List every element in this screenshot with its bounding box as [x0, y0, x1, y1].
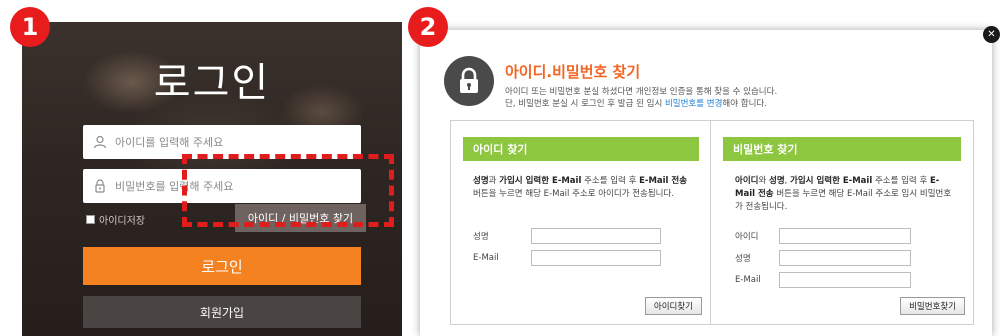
find-pw-desc-t1: 와: [758, 176, 769, 186]
find-password-button[interactable]: 비밀번호찾기: [900, 297, 965, 315]
find-pw-email-label: E-Mail: [735, 275, 761, 285]
popup-desc-line2-pre: 단, 비밀번호 분실 시 로그인 후 발급 된 임시: [505, 99, 665, 109]
popup-title: 아이디.비밀번호 찾기: [505, 63, 641, 81]
step-1-badge: 1: [10, 7, 50, 47]
find-pw-name-input[interactable]: [779, 250, 911, 266]
find-id-desc-t1: 과: [488, 176, 500, 186]
find-id-desc-b3: E-Mail 전송: [639, 176, 688, 186]
find-pw-email-row: E-Mail: [735, 272, 911, 288]
login-title: 로그인: [153, 60, 271, 106]
close-icon[interactable]: ✕: [983, 26, 1000, 43]
login-button[interactable]: 로그인: [83, 247, 361, 285]
find-id-email-label: E-Mail: [473, 253, 499, 263]
find-id-desc-b1: 성명: [473, 176, 489, 186]
popup-desc-line2-post: 해야 합니다.: [722, 99, 767, 109]
find-pw-id-input[interactable]: [779, 228, 911, 244]
find-id-email-row: E-Mail: [473, 250, 661, 266]
find-sections: 아이디 찾기 성명과 가입시 입력한 E-Mail 주소를 입력 후 E-Mai…: [450, 120, 974, 325]
find-pw-desc-b2: 성명: [769, 176, 785, 186]
save-id-label: 아이디저장: [99, 216, 145, 227]
user-icon: [93, 135, 107, 149]
find-id-heading: 아이디 찾기: [463, 137, 699, 161]
find-pw-id-label: 아이디: [735, 232, 759, 242]
find-id-button[interactable]: 아이디찾기: [644, 297, 702, 315]
find-id-section: 아이디 찾기 성명과 가입시 입력한 E-Mail 주소를 입력 후 E-Mai…: [451, 121, 711, 324]
find-password-description: 아이디와 성명, 가입시 입력한 E-Mail 주소를 입력 후 E-Mail …: [735, 175, 955, 214]
find-id-desc-b2: 가입시 입력한 E-Mail: [499, 176, 582, 186]
find-id-desc-t2: 주소를 입력 후: [581, 176, 640, 186]
id-placeholder: 아이디를 입력해 주세요: [115, 136, 224, 149]
popup-description: 아이디 또는 비밀번호 분실 하셨다면 개인정보 인증을 통해 찾을 수 있습니…: [505, 86, 777, 110]
find-pw-name-label: 성명: [735, 254, 751, 264]
popup-desc-line2: 단, 비밀번호 분실 시 로그인 후 발급 된 임시 비밀번호를 변경해야 합니…: [505, 98, 777, 110]
popup-desc-line1: 아이디 또는 비밀번호 분실 하셨다면 개인정보 인증을 통해 찾을 수 있습니…: [505, 87, 778, 97]
find-id-email-input[interactable]: [531, 250, 661, 266]
save-id-checkbox[interactable]: 아이디저장: [86, 212, 145, 227]
lock-icon: [93, 179, 107, 193]
highlight-dashed-box: [182, 154, 394, 227]
find-pw-email-input[interactable]: [779, 272, 911, 288]
join-button[interactable]: 회원가입: [83, 296, 361, 328]
step-2-badge: 2: [408, 7, 448, 47]
find-id-desc-t3: 버튼을 누르면 해당 E-Mail 주소로 아이디가 전송됩니다.: [473, 189, 675, 199]
find-pw-id-row: 아이디: [735, 228, 911, 244]
find-pw-name-row: 성명: [735, 250, 911, 266]
find-account-popup: 아이디.비밀번호 찾기 아이디 또는 비밀번호 분실 하셨다면 개인정보 인증을…: [420, 30, 992, 336]
find-id-description: 성명과 가입시 입력한 E-Mail 주소를 입력 후 E-Mail 전송 버튼…: [473, 175, 693, 201]
find-id-name-input[interactable]: [531, 228, 661, 244]
change-password-link[interactable]: 비밀번호를 변경: [665, 99, 722, 109]
find-pw-desc-b1: 아이디: [735, 176, 759, 186]
find-pw-desc-b3: 가입시 입력한 E-Mail: [790, 176, 873, 186]
padlock-icon: [444, 56, 494, 106]
find-id-name-row: 성명: [473, 228, 661, 244]
find-pw-desc-t3: 주소를 입력 후: [872, 176, 930, 186]
save-id-checkbox-box[interactable]: [86, 215, 95, 224]
find-password-section: 비밀번호 찾기 아이디와 성명, 가입시 입력한 E-Mail 주소를 입력 후…: [711, 121, 973, 324]
find-id-name-label: 성명: [473, 232, 489, 242]
find-password-heading: 비밀번호 찾기: [723, 137, 961, 161]
